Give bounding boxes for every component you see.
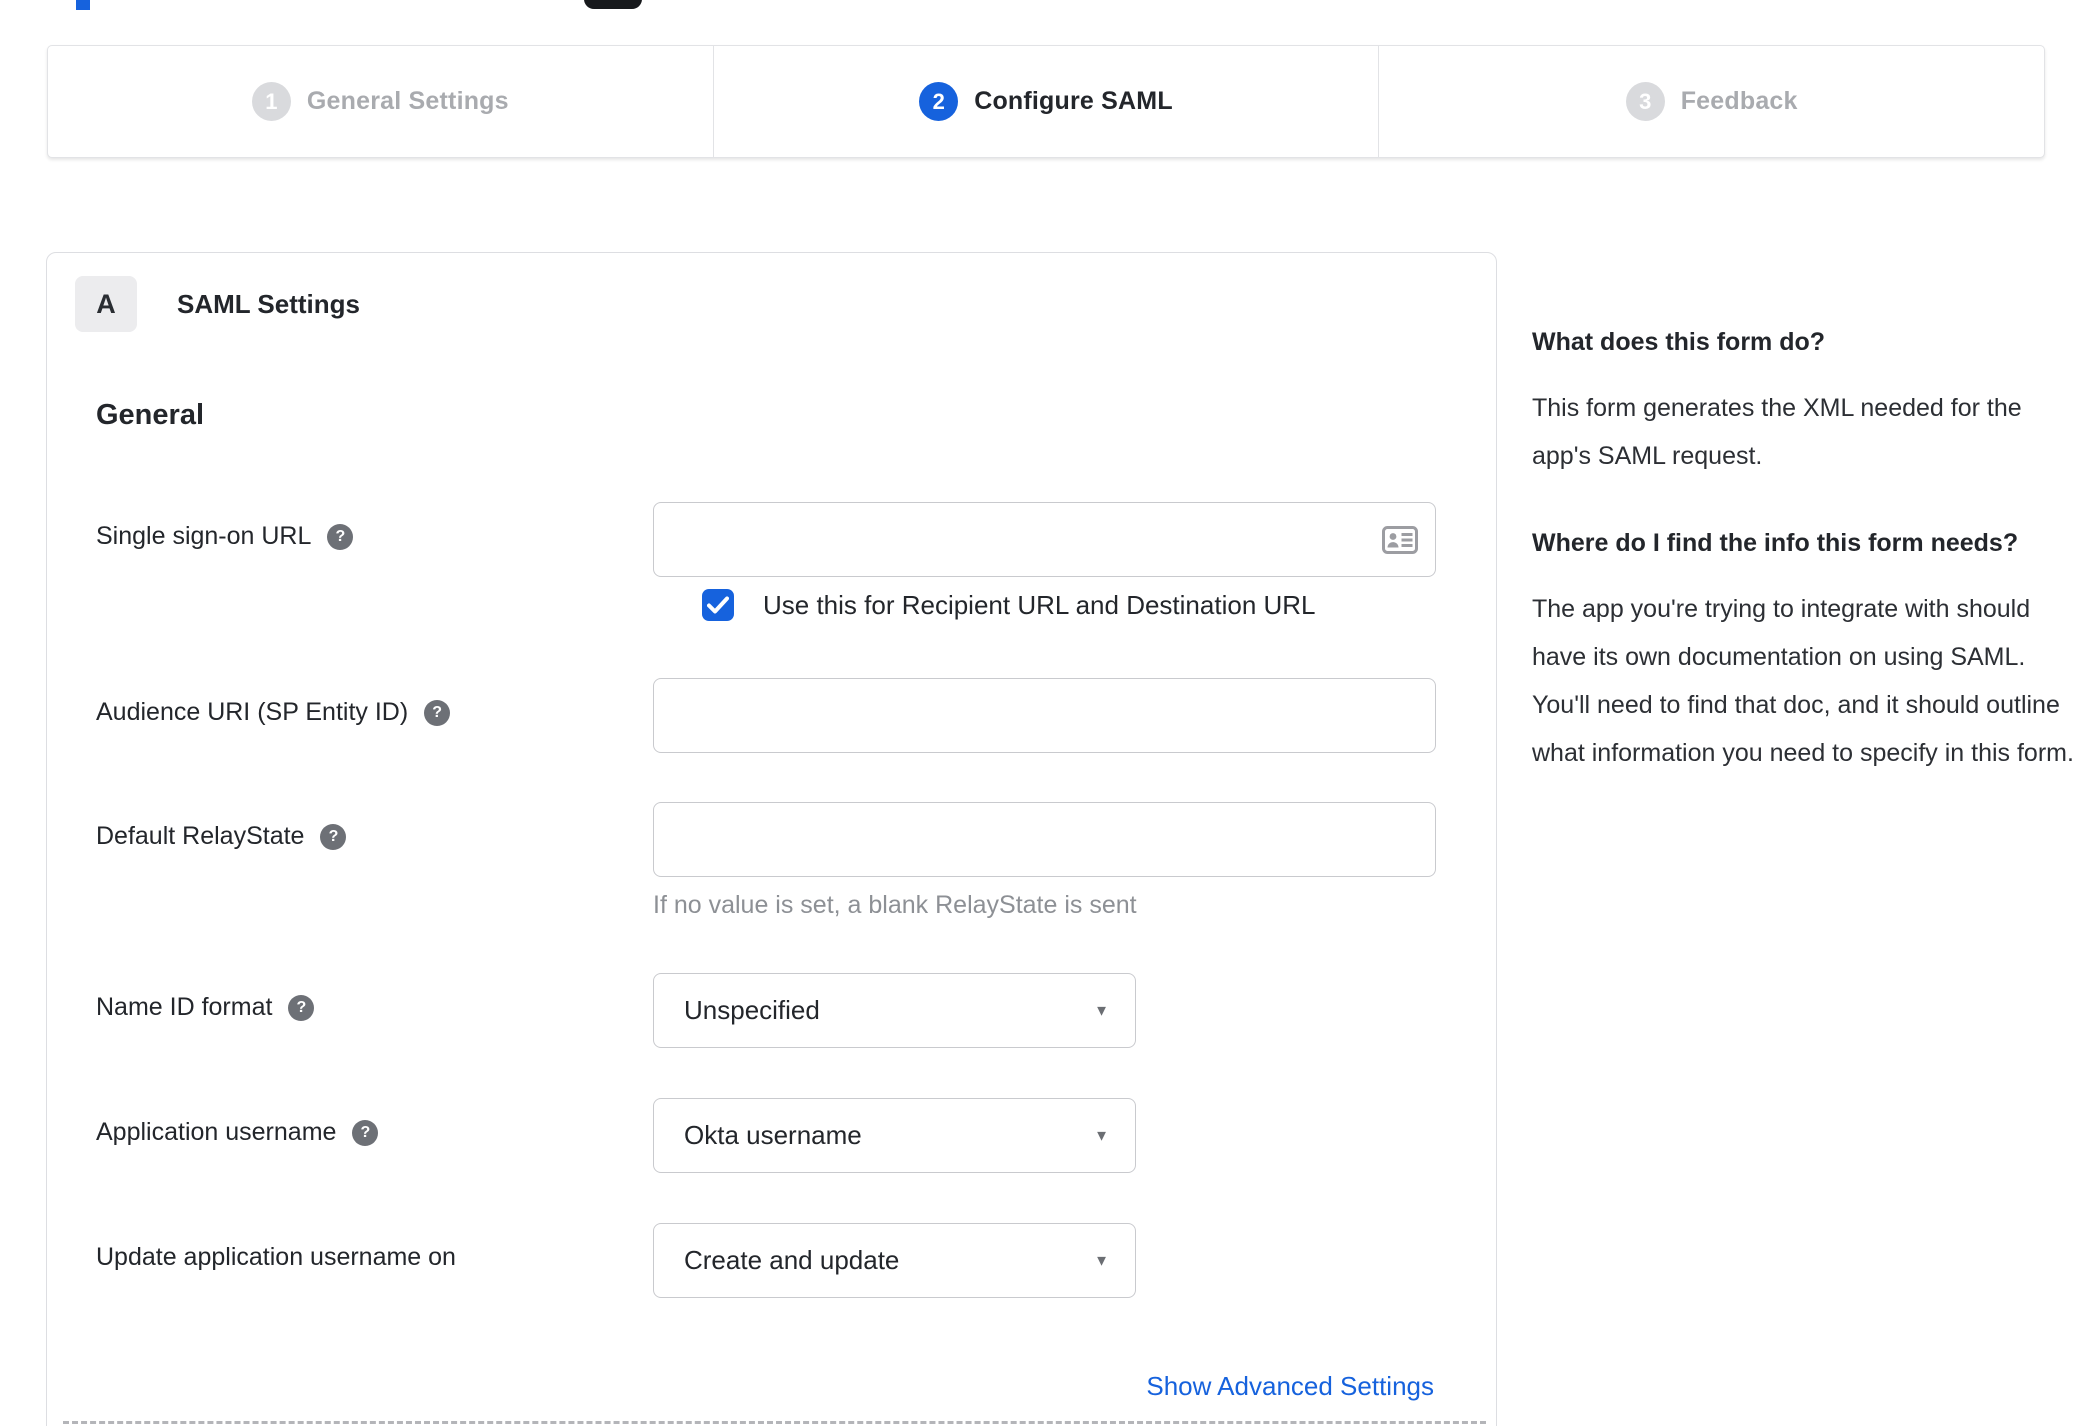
step-2-number-badge: 2 <box>919 82 959 121</box>
name-id-format-value: Unspecified <box>684 995 820 1025</box>
general-group-heading: General <box>96 399 204 431</box>
help-section-where: Where do I find the info this form needs… <box>1532 523 2077 777</box>
help-body-where: The app you're trying to integrate with … <box>1532 595 2074 767</box>
application-username-select[interactable]: Okta username ▼ <box>653 1098 1136 1173</box>
help-sidebar: What does this form do? This form genera… <box>1532 322 2077 777</box>
step-1-number-badge: 1 <box>251 82 291 121</box>
name-id-format-row: Name ID format ? Unspecified ▼ <box>47 973 1496 1048</box>
help-body-what: This form generates the XML needed for t… <box>1532 394 2022 470</box>
sso-url-label-wrap: Single sign-on URL ? <box>96 502 653 551</box>
chevron-down-icon: ▼ <box>1094 1127 1109 1144</box>
sso-url-row: Single sign-on URL ? <box>47 502 1496 577</box>
sso-url-input-wrap <box>653 502 1436 577</box>
chevron-down-icon: ▼ <box>1094 1252 1109 1269</box>
clipped-blue-element <box>76 0 90 10</box>
name-id-format-select[interactable]: Unspecified ▼ <box>653 973 1136 1048</box>
recipient-url-checkbox-row: Use this for Recipient URL and Destinati… <box>702 589 1496 621</box>
dashed-separator <box>63 1421 1486 1424</box>
relay-state-help-icon[interactable]: ? <box>320 823 347 850</box>
application-username-help-icon[interactable]: ? <box>352 1119 379 1146</box>
name-id-format-label-wrap: Name ID format ? <box>96 973 653 1022</box>
contact-card-icon[interactable] <box>1382 525 1418 554</box>
help-heading-where: Where do I find the info this form needs… <box>1532 529 2019 557</box>
sso-url-input[interactable] <box>653 502 1436 577</box>
panel-header: A SAML Settings <box>75 276 1496 332</box>
step-general-settings[interactable]: 1 General Settings <box>48 46 713 157</box>
update-username-label-wrap: Update application username on <box>96 1223 653 1272</box>
relay-state-label-wrap: Default RelayState ? <box>96 802 653 851</box>
application-username-row: Application username ? Okta username ▼ <box>47 1098 1496 1173</box>
step-2-label: Configure SAML <box>974 87 1173 115</box>
update-username-value: Create and update <box>684 1245 900 1275</box>
section-a-badge: A <box>75 276 137 332</box>
audience-uri-row: Audience URI (SP Entity ID) ? <box>47 678 1496 753</box>
sso-url-label: Single sign-on URL <box>96 522 312 550</box>
relay-state-input-wrap <box>653 802 1436 877</box>
update-username-label: Update application username on <box>96 1243 456 1271</box>
step-feedback[interactable]: 3 Feedback <box>1378 46 2044 157</box>
audience-uri-input[interactable] <box>653 678 1436 753</box>
audience-uri-label-wrap: Audience URI (SP Entity ID) ? <box>96 678 653 727</box>
update-username-select[interactable]: Create and update ▼ <box>653 1223 1136 1298</box>
audience-uri-label: Audience URI (SP Entity ID) <box>96 698 409 726</box>
name-id-format-help-icon[interactable]: ? <box>288 994 315 1021</box>
update-username-row: Update application username on Create an… <box>47 1223 1496 1298</box>
recipient-url-checkbox-label: Use this for Recipient URL and Destinati… <box>763 589 1316 620</box>
relay-state-helper-text: If no value is set, a blank RelayState i… <box>653 891 1137 919</box>
application-username-label: Application username <box>96 1118 337 1146</box>
show-advanced-settings-link[interactable]: Show Advanced Settings <box>1146 1371 1434 1401</box>
advanced-settings-row: Show Advanced Settings <box>47 1371 1496 1402</box>
saml-settings-panel: A SAML Settings General Single sign-on U… <box>46 252 1497 1426</box>
wizard-stepper: 1 General Settings 2 Configure SAML 3 Fe… <box>47 45 2045 158</box>
page-canvas: 1 General Settings 2 Configure SAML 3 Fe… <box>0 0 2092 1426</box>
help-heading-what: What does this form do? <box>1532 328 1826 356</box>
application-username-label-wrap: Application username ? <box>96 1098 653 1147</box>
audience-uri-help-icon[interactable]: ? <box>424 699 451 726</box>
relay-state-label: Default RelayState <box>96 822 305 850</box>
recipient-url-checkbox[interactable] <box>702 589 734 621</box>
relay-state-row: Default RelayState ? If no value is set,… <box>47 802 1496 920</box>
sso-url-help-icon[interactable]: ? <box>327 523 354 550</box>
step-1-label: General Settings <box>306 87 509 115</box>
application-username-value: Okta username <box>684 1120 862 1150</box>
step-configure-saml[interactable]: 2 Configure SAML <box>712 46 1379 157</box>
help-section-what: What does this form do? This form genera… <box>1532 322 2077 480</box>
relay-state-input[interactable] <box>653 802 1436 877</box>
panel-title: SAML Settings <box>177 288 360 319</box>
chevron-down-icon: ▼ <box>1094 1002 1109 1019</box>
name-id-format-label: Name ID format <box>96 993 273 1021</box>
step-3-number-badge: 3 <box>1625 82 1665 121</box>
clipped-dark-element <box>584 0 642 9</box>
step-3-label: Feedback <box>1680 87 1798 115</box>
audience-uri-input-wrap <box>653 678 1436 753</box>
